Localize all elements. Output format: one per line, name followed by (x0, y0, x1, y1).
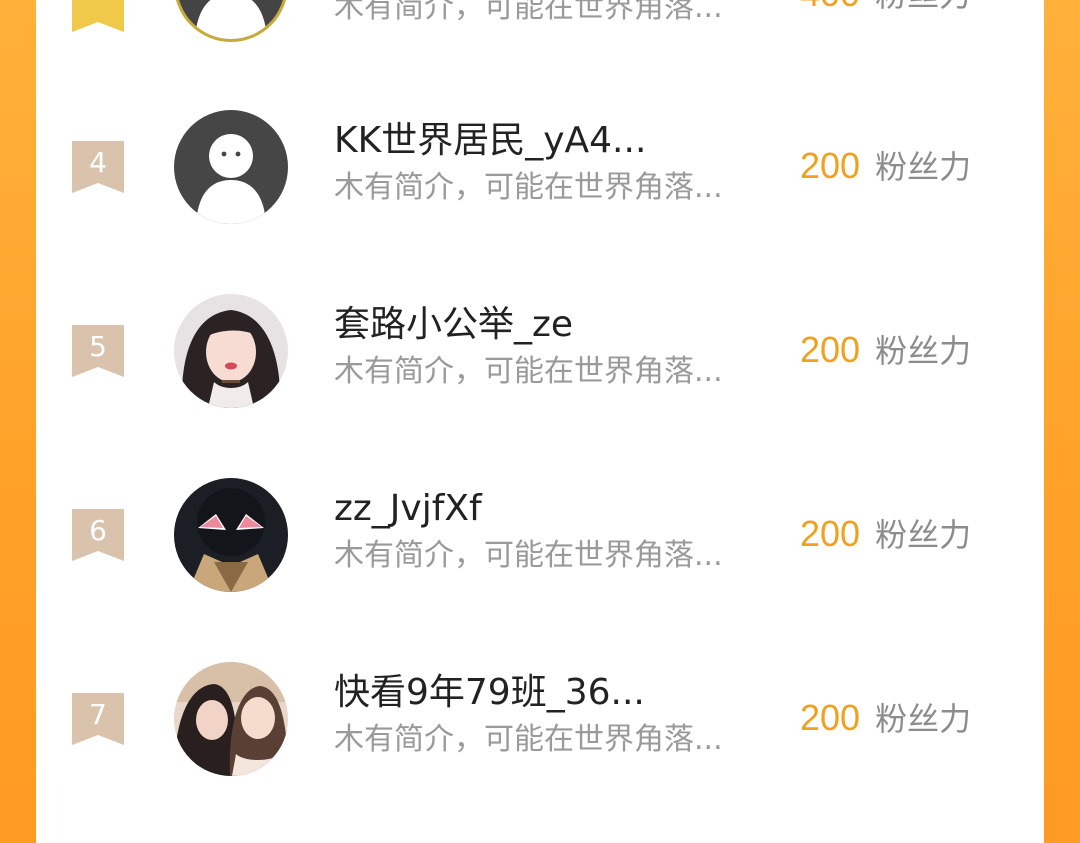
rank-badge: 5 (72, 325, 124, 377)
default-avatar-icon (177, 0, 285, 39)
ranking-row[interactable]: 4 KK世界居民_yA4... 木有简介，可能在世界角落... 200 粉丝力 (36, 108, 1044, 228)
user-name[interactable]: zz_JvjfXf (334, 486, 482, 532)
fan-power: 200 粉丝力 (800, 144, 971, 189)
user-description: 木有简介，可能在世界角落... (334, 722, 723, 757)
rank-badge: 4 (72, 141, 124, 193)
rank-badge: 7 (72, 693, 124, 745)
user-name[interactable]: KK世界居民_yA4... (334, 118, 646, 164)
user-name[interactable]: 套路小公举_ze (334, 302, 573, 348)
user-photo-avatar (174, 294, 288, 408)
rank-badge: 6 (72, 509, 124, 561)
user-description: 木有简介，可能在世界角落... (334, 170, 723, 205)
fan-power-unit: 粉丝力 (875, 332, 972, 370)
rank-badge-icon (72, 0, 124, 32)
avatar[interactable] (174, 478, 288, 592)
ranking-row[interactable]: 木有简介，可能在世界角落... 400 粉丝力 (36, 0, 1044, 48)
spider-mask-avatar (174, 478, 288, 592)
fan-power: 200 粉丝力 (800, 512, 971, 557)
avatar[interactable] (174, 0, 288, 42)
fan-power-unit: 粉丝力 (875, 700, 972, 738)
user-description: 木有简介，可能在世界角落... (334, 354, 723, 389)
default-avatar-icon (174, 110, 288, 224)
rank-number: 6 (89, 514, 107, 547)
fan-power-score: 200 (800, 145, 861, 186)
fan-power-score: 200 (800, 513, 861, 554)
fan-power: 400 粉丝力 (800, 0, 971, 17)
avatar[interactable] (174, 110, 288, 224)
user-description: 木有简介，可能在世界角落... (334, 538, 723, 573)
ranking-row[interactable]: 6 zz_JvjfXf 木有简介，可能在世界角落... 200 粉丝力 (36, 476, 1044, 596)
fan-power: 200 粉丝力 (800, 696, 971, 741)
fan-power-unit: 粉丝力 (875, 516, 972, 554)
fan-power-score: 400 (800, 0, 860, 14)
user-description: 木有简介，可能在世界角落... (334, 0, 723, 25)
ranking-row[interactable]: 7 快看9年79班_36... 木有简介，可能在世界角落... 200 粉丝力 (36, 660, 1044, 780)
fan-power-score: 200 (800, 697, 861, 738)
user-name[interactable]: 快看9年79班_36... (334, 670, 645, 716)
fan-power: 200 粉丝力 (800, 328, 971, 373)
ranking-panel: 木有简介，可能在世界角落... 400 粉丝力 4 KK世界居民_yA4... … (36, 0, 1044, 843)
avatar[interactable] (174, 662, 288, 776)
fan-power-unit: 粉丝力 (875, 0, 971, 14)
fan-power-score: 200 (800, 329, 861, 370)
ranking-row[interactable]: 5 套路小公举_ze 木有简介，可能在世界角落... 200 粉丝力 (36, 292, 1044, 412)
user-photo-avatar (174, 662, 288, 776)
fan-power-unit: 粉丝力 (875, 148, 972, 186)
avatar[interactable] (174, 294, 288, 408)
rank-number: 5 (89, 330, 107, 363)
rank-number: 7 (89, 698, 107, 731)
rank-badge (72, 0, 124, 32)
rank-number: 4 (89, 146, 107, 179)
